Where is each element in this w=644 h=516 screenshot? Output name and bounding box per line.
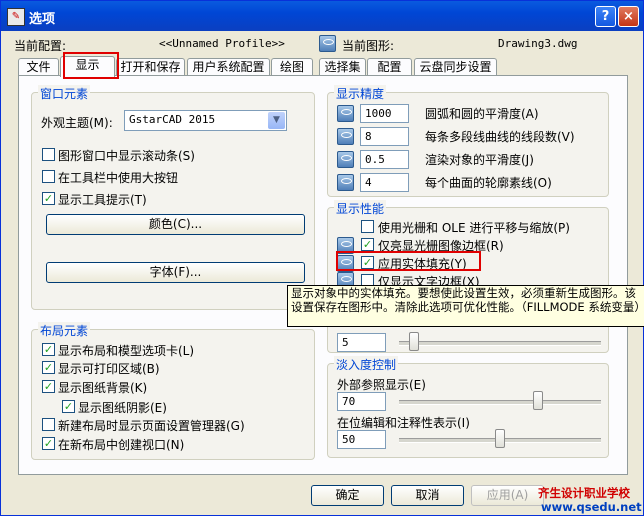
large-buttons-label: 在工具栏中使用大按钮 [58,171,179,185]
cancel-button[interactable]: 取消 [391,485,464,506]
close-button[interactable]: × [618,6,639,27]
window-elements-title: 窗口元素 [38,85,91,102]
watermark-school-name: 齐生设计职业学校 [538,486,630,500]
printable-area-label: 显示可打印区域(B) [58,362,160,376]
create-viewport-checkbox[interactable]: ✓ [42,437,55,450]
paper-background-label: 显示图纸背景(K) [58,381,148,395]
theme-select[interactable]: GstarCAD 2015 ▼ [124,110,287,131]
ok-button[interactable]: 确定 [311,485,384,506]
xref-fade-label: 外部参照显示(E) [337,378,426,392]
display-performance-title: 显示性能 [334,200,387,217]
solid-fill-highlight [336,251,481,271]
xref-fade-slider[interactable] [399,400,601,405]
window-title: 选项 [29,12,56,27]
help-button[interactable]: ? [595,6,616,27]
printable-area-checkbox[interactable]: ✓ [42,361,55,374]
crosshair-size-input[interactable]: 5 [337,333,386,352]
inplace-edit-input[interactable]: 50 [337,430,386,449]
drawing-saved-icon [337,174,354,191]
crosshair-slider-thumb[interactable] [408,332,419,351]
large-buttons-checkbox[interactable] [42,170,55,183]
arc-smoothness-input[interactable]: 1000 [360,104,409,123]
inplace-edit-label: 在位编辑和注释性表示(I) [337,416,470,430]
tab-user-preferences[interactable]: 用户系统配置 [187,58,270,76]
app-icon: ✎ [7,8,25,26]
tooltips-label: 显示工具提示(T) [58,193,147,207]
drawing-saved-icon [337,151,354,168]
layout-elements-title: 布局元素 [38,322,91,339]
layout-tabs-checkbox[interactable]: ✓ [42,343,55,356]
render-smoothness-label: 渲染对象的平滑度(J) [425,153,534,167]
render-smoothness-input[interactable]: 0.5 [360,150,409,169]
current-config-label: 当前配置: [14,39,67,53]
tab-open-save[interactable]: 打开和保存 [116,58,185,76]
apply-button[interactable]: 应用(A) [471,485,544,506]
raster-ole-checkbox[interactable] [361,220,374,233]
crosshair-slider[interactable] [399,341,601,346]
paper-shadow-checkbox[interactable]: ✓ [62,400,75,413]
theme-label: 外观主题(M): [41,116,113,130]
inplace-edit-slider-thumb[interactable] [495,429,505,448]
paper-shadow-label: 显示图纸阴影(E) [78,401,167,415]
fade-control-title: 淡入度控制 [334,356,399,373]
raster-frame-checkbox[interactable]: ✓ [361,238,374,251]
current-drawing-label: 当前图形: [342,39,395,53]
drawing-saved-icon [337,128,354,145]
watermark-url: www.qsedu.net [541,500,642,514]
current-drawing-value: Drawing3.dwg [498,37,578,50]
drawing-icon [319,35,336,52]
options-dialog: ✎ 选项 ? × 当前配置: <<Unnamed Profile>> 当前图形:… [0,0,644,516]
title-bar: ✎ 选项 ? × [1,1,643,31]
tab-selection[interactable]: 选择集 [319,58,366,76]
polyline-segments-input[interactable]: 8 [360,127,409,146]
display-tab-highlight [63,52,119,79]
tooltips-checkbox[interactable]: ✓ [42,192,55,205]
chevron-down-icon[interactable]: ▼ [268,112,285,129]
tab-drafting[interactable]: 绘图 [271,58,313,76]
xref-fade-input[interactable]: 70 [337,392,386,411]
font-button[interactable]: 字体(F)... [46,262,305,283]
scrollbar-label: 图形窗口中显示滚动条(S) [58,149,195,163]
page-setup-manager-label: 新建布局时显示页面设置管理器(G) [58,419,245,433]
tab-profiles[interactable]: 配置 [367,58,412,76]
tab-files[interactable]: 文件 [18,58,59,76]
layout-tabs-label: 显示布局和模型选项卡(L) [58,344,195,358]
contour-lines-input[interactable]: 4 [360,173,409,192]
theme-value: GstarCAD 2015 [129,113,216,126]
drawing-saved-icon [337,105,354,122]
tab-cloud-sync[interactable]: 云盘同步设置 [414,58,497,76]
paper-background-checkbox[interactable]: ✓ [42,380,55,393]
display-resolution-title: 显示精度 [334,85,387,102]
contour-lines-label: 每个曲面的轮廓素线(O) [425,176,552,190]
page-setup-manager-checkbox[interactable] [42,418,55,431]
scrollbar-checkbox[interactable] [42,148,55,161]
raster-ole-label: 使用光栅和 OLE 进行平移与缩放(P) [378,221,570,235]
create-viewport-label: 在新布局中创建视口(N) [58,438,185,452]
current-config-value: <<Unnamed Profile>> [159,37,285,50]
polyline-segments-label: 每条多段线曲线的线段数(V) [425,130,575,144]
color-button[interactable]: 颜色(C)... [46,214,305,235]
xref-fade-slider-thumb[interactable] [533,391,544,410]
solid-fill-tooltip: 显示对象中的实体填充。要想使此设置生效，必须重新生成图形。该设置保存在图形中。清… [287,285,644,327]
arc-smoothness-label: 圆弧和圆的平滑度(A) [425,107,539,121]
